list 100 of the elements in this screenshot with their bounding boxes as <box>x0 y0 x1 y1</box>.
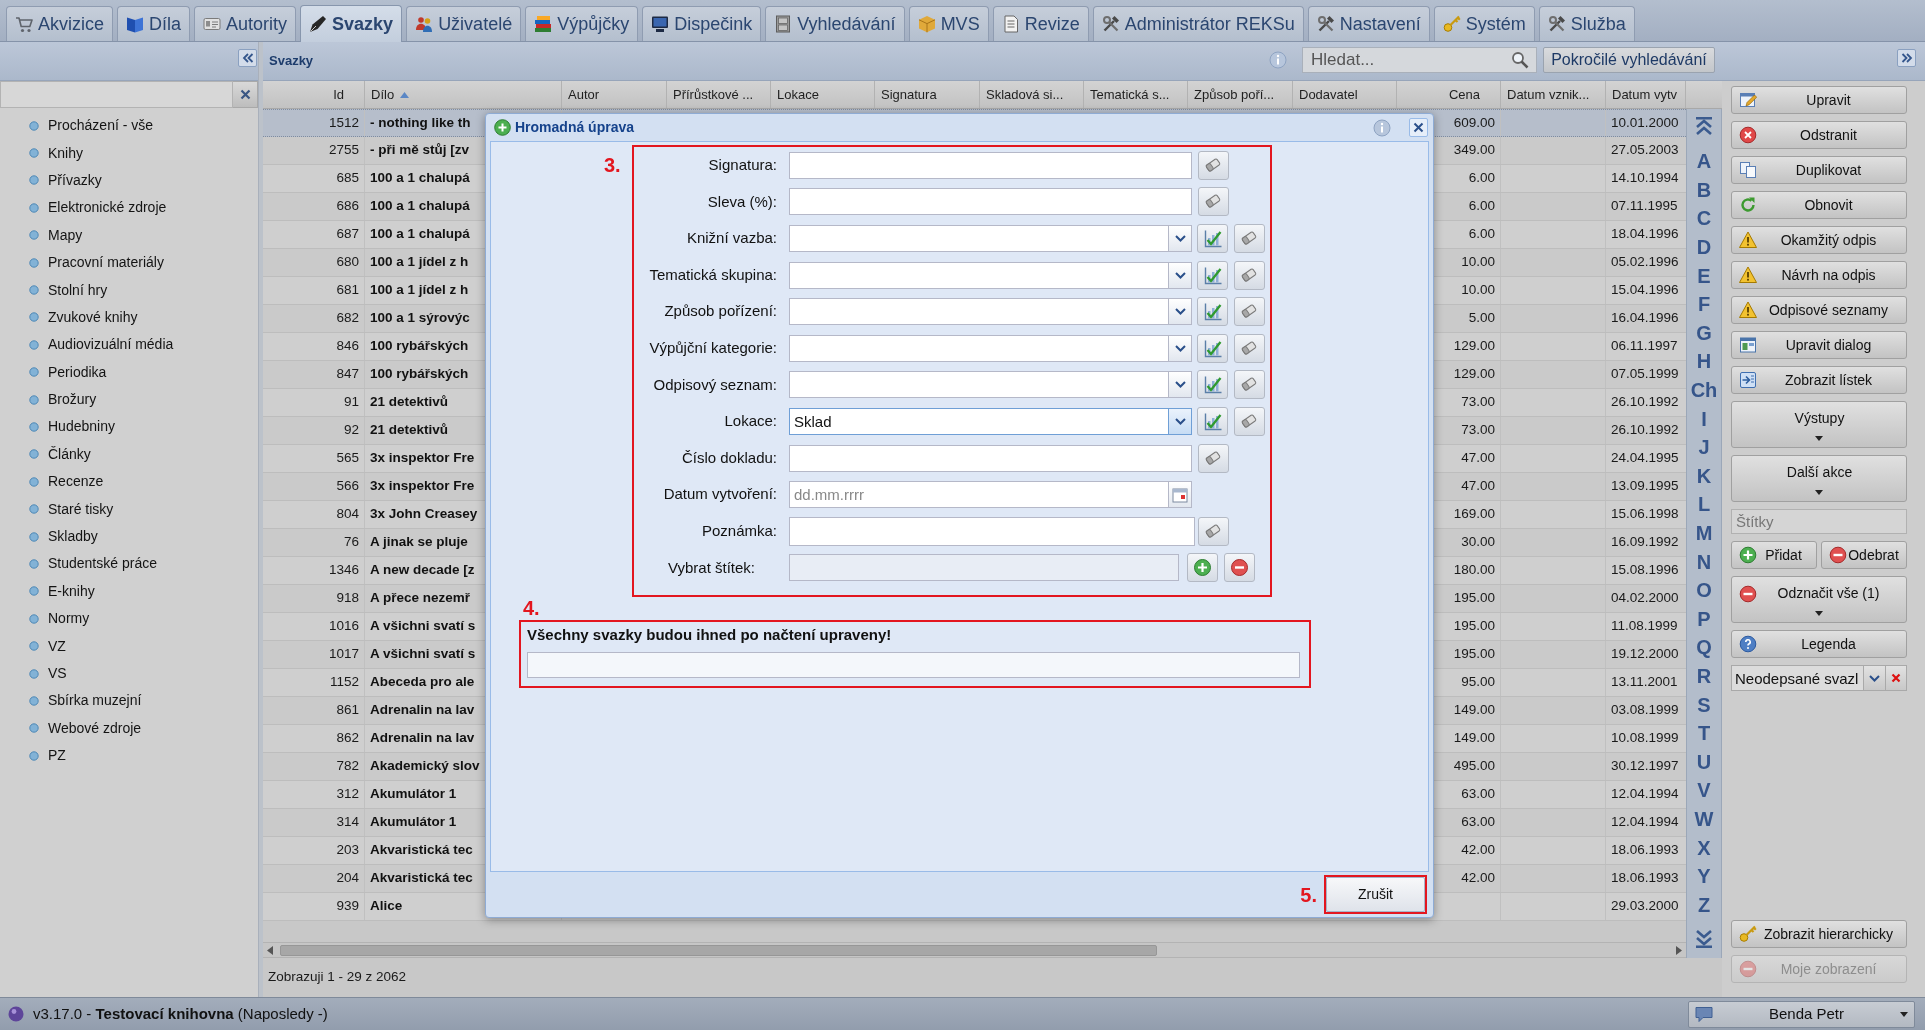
input-field[interactable] <box>789 188 1192 216</box>
column-header[interactable]: Signatura <box>875 81 980 108</box>
column-header[interactable]: Autor <box>562 81 667 108</box>
clear-button[interactable] <box>1234 224 1265 253</box>
letter-link[interactable]: W <box>1694 804 1714 834</box>
text-area[interactable] <box>789 516 1195 546</box>
clear-button[interactable] <box>1198 443 1229 473</box>
tab[interactable]: Služba <box>1538 6 1635 41</box>
sidebar-item[interactable]: Hudebniny <box>48 416 115 438</box>
clear-button[interactable] <box>1234 297 1265 327</box>
letter-link[interactable]: I <box>1701 404 1707 433</box>
double-chevron-down-icon[interactable] <box>1694 929 1714 950</box>
letter-link[interactable]: B <box>1696 175 1712 205</box>
sidebar-item[interactable]: Procházení - vše <box>48 115 154 137</box>
sidebar-item[interactable]: VS <box>48 663 67 684</box>
letter-link[interactable]: C <box>1696 204 1712 233</box>
letter-link[interactable]: U <box>1696 747 1712 777</box>
dropdown-field[interactable] <box>789 298 1169 326</box>
close-button[interactable] <box>1409 118 1428 137</box>
tab[interactable]: Revize <box>992 6 1089 41</box>
dropdown-trigger[interactable] <box>1169 407 1192 435</box>
dropdown-field[interactable] <box>789 371 1169 399</box>
letter-link[interactable]: P <box>1697 604 1711 634</box>
sidebar-item[interactable]: Články <box>48 443 91 465</box>
clear-button[interactable] <box>1234 370 1265 400</box>
column-header[interactable]: Způsob poří... <box>1188 81 1293 108</box>
column-header[interactable]: Cena <box>1397 81 1501 108</box>
letter-link[interactable]: L <box>1697 490 1711 519</box>
letter-link[interactable]: G <box>1696 318 1712 348</box>
sidebar-item[interactable]: Knihy <box>48 142 84 164</box>
dropdown-field[interactable]: Sklad <box>789 407 1169 435</box>
cancel-button[interactable]: Zrušit <box>1326 877 1425 912</box>
dropdown-trigger[interactable] <box>1864 665 1886 691</box>
input-field[interactable] <box>789 151 1192 179</box>
letter-link[interactable]: D <box>1696 232 1712 262</box>
clear-button[interactable] <box>1234 406 1265 436</box>
column-header[interactable]: Skladová si... <box>980 81 1084 108</box>
letter-link[interactable]: V <box>1697 776 1711 805</box>
sidebar-item[interactable]: Přívazky <box>48 169 102 191</box>
add-button[interactable] <box>1187 553 1218 583</box>
input-field[interactable] <box>789 444 1192 472</box>
tab[interactable]: Nastavení <box>1307 6 1430 41</box>
column-header[interactable]: Tematická s... <box>1084 81 1188 108</box>
tab[interactable]: Výpůjčky <box>525 6 639 41</box>
action-button[interactable]: Upravit <box>1731 86 1907 114</box>
column-header[interactable]: Dílo <box>365 81 562 108</box>
tab[interactable]: Díla <box>117 6 191 41</box>
letter-link[interactable]: O <box>1696 575 1712 605</box>
user-menu-button[interactable]: Benda Petr <box>1688 1000 1915 1028</box>
dropdown-trigger[interactable] <box>1169 371 1192 399</box>
tab[interactable]: Dispečink <box>642 6 762 41</box>
action-button[interactable]: Okamžitý odpis <box>1731 226 1907 254</box>
sidebar-item[interactable]: Mapy <box>48 224 83 246</box>
dropdown-trigger[interactable] <box>1169 261 1192 289</box>
letter-link[interactable]: Z <box>1697 890 1711 920</box>
action-button[interactable]: Obnovit <box>1731 191 1907 219</box>
action-button[interactable]: Odstranit <box>1731 121 1907 149</box>
tab[interactable]: Vyhledávání <box>765 6 905 41</box>
letter-link[interactable]: F <box>1697 289 1711 319</box>
letter-link[interactable]: N <box>1696 547 1712 576</box>
letter-link[interactable]: Y <box>1697 861 1711 891</box>
action-button[interactable]: Návrh na odpis <box>1731 261 1907 289</box>
apply-button[interactable] <box>1197 406 1228 436</box>
action-button[interactable]: Legenda <box>1731 630 1907 658</box>
menu-button[interactable]: Další akce <box>1731 455 1907 502</box>
action-button[interactable]: Zobrazit lístek <box>1731 366 1907 394</box>
double-chevron-up-icon[interactable] <box>1694 116 1714 136</box>
sidebar-item[interactable]: E-knihy <box>48 580 95 602</box>
tab[interactable]: Uživatelé <box>406 6 522 41</box>
sidebar-item[interactable]: Skladby <box>48 526 98 548</box>
letter-link[interactable]: S <box>1697 690 1711 719</box>
letter-link[interactable]: Q <box>1696 633 1712 662</box>
sidebar-item[interactable]: Recenze <box>48 471 104 493</box>
action-button[interactable]: Upravit dialog <box>1731 331 1907 359</box>
letter-link[interactable]: M <box>1695 518 1713 548</box>
letter-link[interactable]: Ch <box>1690 375 1718 405</box>
action-button[interactable]: Přidat <box>1731 541 1817 569</box>
filter-dropdown[interactable]: Neodepsané svazl <box>1731 665 1864 691</box>
column-header[interactable]: Id <box>263 81 365 108</box>
horizontal-scrollbar[interactable] <box>263 942 1686 958</box>
search-field[interactable]: Hledat... <box>1302 47 1537 73</box>
sidebar-item[interactable]: Webové zdroje <box>48 717 142 739</box>
apply-button[interactable] <box>1197 224 1228 253</box>
clear-button[interactable] <box>1198 150 1229 180</box>
dropdown-trigger[interactable] <box>1169 334 1192 362</box>
sidebar-item[interactable]: Periodika <box>48 361 107 383</box>
sidebar-item[interactable]: Zvukové knihy <box>48 306 138 328</box>
letter-link[interactable]: A <box>1696 147 1712 176</box>
clear-button[interactable] <box>1198 516 1229 546</box>
clear-button[interactable] <box>1198 187 1229 217</box>
filter-field[interactable] <box>0 81 233 108</box>
column-header[interactable]: Lokace <box>771 81 875 108</box>
action-button[interactable]: Zobrazit hierarchicky <box>1731 920 1907 948</box>
sidebar-item[interactable]: Pracovní materiály <box>48 252 164 274</box>
action-button[interactable]: Odebrat <box>1821 541 1907 569</box>
letter-link[interactable]: E <box>1697 261 1711 290</box>
letter-link[interactable]: J <box>1698 432 1710 462</box>
action-button[interactable]: Duplikovat <box>1731 156 1907 184</box>
clear-button[interactable] <box>233 81 258 108</box>
sidebar-item[interactable]: Elektronické zdroje <box>48 197 167 219</box>
